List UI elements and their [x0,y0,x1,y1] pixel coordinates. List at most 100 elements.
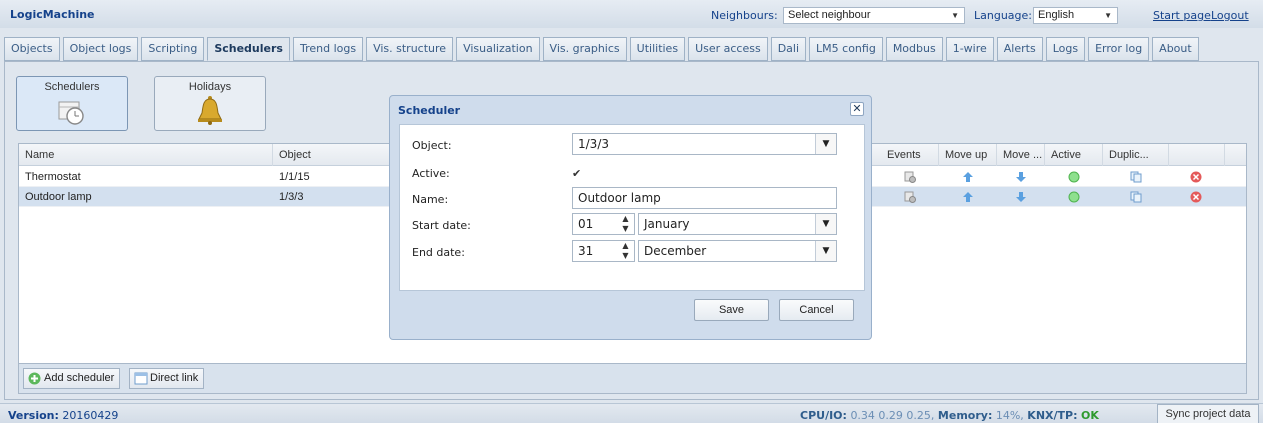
tab-alerts[interactable]: Alerts [996,37,1043,61]
delete-icon[interactable] [1190,191,1202,203]
add-scheduler-button[interactable]: Add scheduler [23,368,121,389]
neighbours-value: Select neighbour [788,9,871,21]
arrow-up-icon[interactable] [962,191,974,203]
start-month-select[interactable]: January ▼ [638,213,837,235]
version-value: 20160429 [62,409,119,422]
tab-visualization[interactable]: Visualization [456,37,540,61]
table-toolbar: Add scheduler Direct link [18,364,1247,394]
clock-calendar-icon [58,101,84,125]
knx-status: OK [1081,409,1099,422]
status-bar: Version: 20160429 CPU/IO: 0.34 0.29 0.25… [0,403,1263,423]
start-page-link[interactable]: Start page [1153,9,1211,22]
system-stats: CPU/IO: 0.34 0.29 0.25, Memory: 14%, KNX… [800,409,1099,422]
direct-link-button[interactable]: Direct link [129,368,205,389]
add-icon [28,372,41,385]
start-day-value: 01 [578,217,594,231]
spinner-icon[interactable]: ▲ ▼ [617,214,634,234]
row-object: 1/3/3 [279,191,304,203]
end-date-label: End date: [412,246,465,259]
tab-modbus[interactable]: Modbus [885,37,943,61]
row-name: Outdoor lamp [25,191,92,203]
window-icon [134,372,148,385]
cpu-label: CPU/IO: [800,409,847,422]
close-icon[interactable]: ✕ [850,102,864,116]
tab-object-logs[interactable]: Object logs [62,37,139,61]
active-label: Active: [412,167,450,180]
dialog-form: Object: 1/3/3 ▼ Active: ✔ Name: Outdoor … [399,124,865,291]
arrow-up-icon[interactable] [962,171,974,183]
chevron-down-icon[interactable]: ▼ [815,214,836,234]
object-label: Object: [412,139,452,152]
logout-link[interactable]: Logout [1211,9,1249,22]
add-scheduler-label: Add scheduler [44,372,115,384]
end-day-value: 31 [578,244,594,258]
active-status-icon[interactable] [1068,171,1080,183]
schedulers-subnav-button[interactable]: Schedulers [16,76,128,131]
tab-logs[interactable]: Logs [1045,37,1086,61]
row-name: Thermostat [25,171,81,183]
column-header-delete [1169,144,1225,166]
column-header-object[interactable]: Object [273,144,398,166]
name-label: Name: [412,193,449,206]
chevron-down-icon: ▼ [951,11,959,20]
tab-vis-graphics[interactable]: Vis. graphics [542,37,627,61]
cpu-value: 0.34 0.29 0.25 [850,409,931,422]
main-tabs: Objects Object logs Scripting Schedulers… [4,37,1202,61]
tab-about[interactable]: About [1152,37,1199,61]
tab-vis-structure[interactable]: Vis. structure [366,37,454,61]
schedulers-subnav-label: Schedulers [44,81,100,93]
column-header-name[interactable]: Name [19,144,273,166]
column-header-move-up[interactable]: Move up [939,144,997,166]
column-header-duplicate[interactable]: Duplic... [1103,144,1169,166]
tab-user-access[interactable]: User access [688,37,768,61]
tab-utilities[interactable]: Utilities [629,37,686,61]
column-header-events[interactable]: Events [881,144,939,166]
row-object: 1/1/15 [279,171,310,183]
column-header-move-down[interactable]: Move ... [997,144,1045,166]
column-header-active[interactable]: Active [1045,144,1103,166]
events-gear-icon[interactable] [904,191,916,203]
app-title: LogicMachine [10,7,95,21]
active-status-icon[interactable] [1068,191,1080,203]
tab-error-log[interactable]: Error log [1088,37,1150,61]
direct-link-label: Direct link [150,372,199,384]
object-select[interactable]: 1/3/3 ▼ [572,133,837,155]
start-month-value: January [644,217,690,231]
version-info: Version: 20160429 [8,409,118,422]
end-month-select[interactable]: December ▼ [638,240,837,262]
language-select[interactable]: English ▼ [1033,7,1118,24]
duplicate-icon[interactable] [1130,171,1142,183]
arrow-down-icon[interactable] [1015,171,1027,183]
save-button[interactable]: Save [694,299,769,321]
tab-trend-logs[interactable]: Trend logs [292,37,364,61]
tab-1-wire[interactable]: 1-wire [945,37,994,61]
events-gear-icon[interactable] [904,171,916,183]
holidays-subnav-label: Holidays [188,81,232,93]
spinner-icon[interactable]: ▲ ▼ [617,241,634,261]
tab-dali[interactable]: Dali [770,37,807,61]
delete-icon[interactable] [1190,171,1202,183]
end-day-stepper[interactable]: 31 ▲ ▼ [572,240,635,262]
start-day-stepper[interactable]: 01 ▲ ▼ [572,213,635,235]
tab-lm5-config[interactable]: LM5 config [809,37,883,61]
name-field[interactable]: Outdoor lamp [572,187,837,209]
cancel-button[interactable]: Cancel [779,299,854,321]
bell-icon [198,96,222,125]
sync-project-button[interactable]: Sync project data [1157,404,1259,423]
tab-schedulers[interactable]: Schedulers [207,37,290,61]
object-value: 1/3/3 [578,137,609,151]
neighbours-label: Neighbours: [711,9,778,22]
scheduler-dialog: Scheduler ✕ Object: 1/3/3 ▼ Active: ✔ Na… [389,95,872,340]
active-checkbox[interactable]: ✔ [572,168,584,180]
chevron-down-icon[interactable]: ▼ [815,241,836,261]
duplicate-icon[interactable] [1130,191,1142,203]
chevron-down-icon[interactable]: ▼ [815,134,836,154]
language-value: English [1038,9,1075,21]
tab-scripting[interactable]: Scripting [141,37,205,61]
arrow-down-icon[interactable] [1015,191,1027,203]
knx-label: KNX/TP: [1027,409,1078,422]
version-label: Version: [8,409,59,422]
tab-objects[interactable]: Objects [4,37,60,61]
holidays-subnav-button[interactable]: Holidays [154,76,266,131]
neighbours-select[interactable]: Select neighbour ▼ [783,7,965,24]
